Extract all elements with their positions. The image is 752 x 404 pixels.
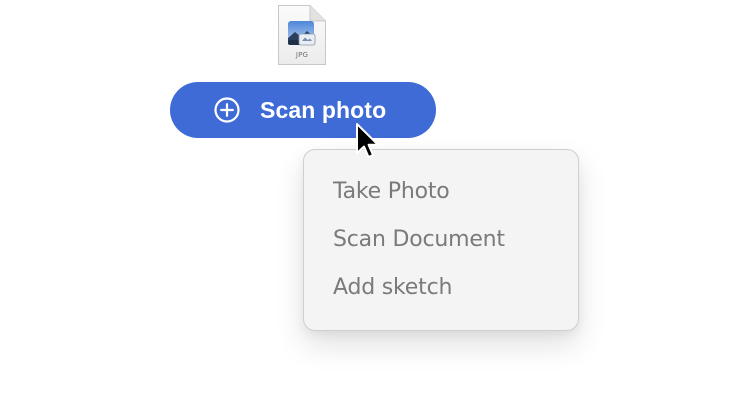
menu-item-scan-document[interactable]: Scan Document <box>304 224 578 272</box>
plus-circle-icon <box>214 97 240 123</box>
jpg-file-icon[interactable]: JPG <box>277 4 327 66</box>
file-type-label: JPG <box>295 51 309 59</box>
menu-item-take-photo[interactable]: Take Photo <box>304 176 578 224</box>
menu-item-add-sketch[interactable]: Add sketch <box>304 272 578 320</box>
stage: JPG Scan photo Take Photo Scan Document … <box>0 0 752 404</box>
scan-photo-label: Scan photo <box>260 96 387 123</box>
arrow-cursor-icon <box>356 123 379 158</box>
scan-options-menu: Take Photo Scan Document Add sketch <box>303 149 579 331</box>
scan-photo-button[interactable]: Scan photo <box>170 82 436 138</box>
